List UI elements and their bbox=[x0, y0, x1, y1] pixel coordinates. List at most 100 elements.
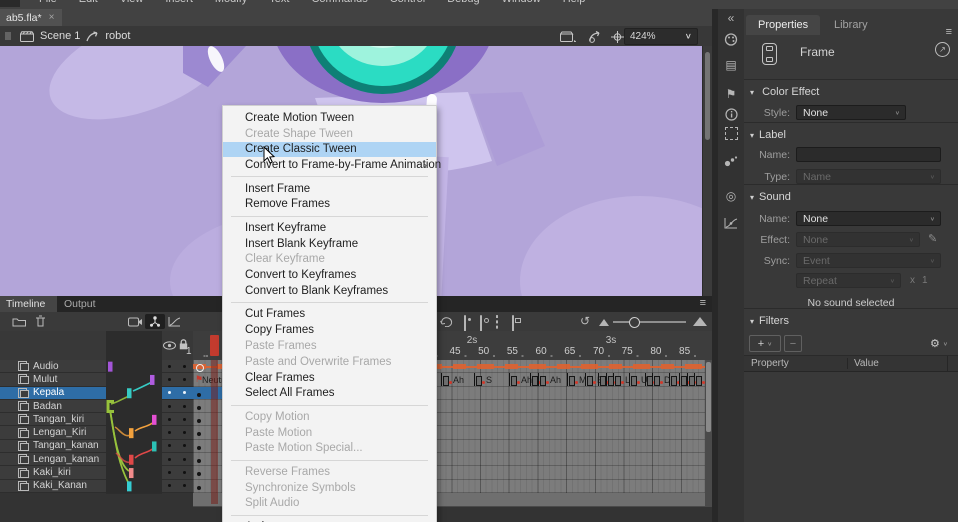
layer-visibility-toggle[interactable] bbox=[162, 471, 177, 474]
close-tab-icon[interactable]: × bbox=[49, 12, 55, 23]
eye-visibility-icon[interactable] bbox=[163, 341, 176, 350]
layer-lock-toggle[interactable] bbox=[177, 365, 192, 368]
app-logo-icon[interactable] bbox=[0, 0, 20, 7]
menu-control[interactable]: Control bbox=[379, 0, 436, 7]
filter-options-button[interactable]: ⚙∨ bbox=[924, 335, 954, 352]
rotation-tool-icon[interactable] bbox=[588, 31, 603, 43]
layer-visibility-toggle[interactable] bbox=[162, 484, 177, 487]
layer-lock-toggle[interactable] bbox=[177, 391, 192, 394]
layer-visibility-toggle[interactable] bbox=[162, 458, 177, 461]
section-filters[interactable]: ▾Filters bbox=[750, 315, 789, 327]
keyframe-marker[interactable]: Ah bbox=[441, 373, 470, 386]
layer-lock-toggle[interactable] bbox=[177, 418, 192, 421]
layer-row-lengan_kanan[interactable]: Lengan_kanan bbox=[0, 453, 193, 466]
color-panel-icon[interactable] bbox=[718, 33, 744, 46]
align-panel-icon[interactable]: ⚑ bbox=[718, 87, 744, 101]
menu-item-insert-frame[interactable]: Insert Frame bbox=[223, 181, 436, 197]
menu-item-insert-keyframe[interactable]: Insert Keyframe bbox=[223, 220, 436, 236]
layer-lock-toggle[interactable] bbox=[177, 431, 192, 434]
layer-row-kaki_kiri[interactable]: Kaki_kiri bbox=[0, 466, 193, 479]
menu-modify[interactable]: Modify bbox=[204, 0, 258, 7]
menu-item-create-motion-tween[interactable]: Create Motion Tween bbox=[223, 110, 436, 126]
menu-item-select-all-frames[interactable]: Select All Frames bbox=[223, 386, 436, 402]
menu-item-convert-to-blank-keyframes[interactable]: Convert to Blank Keyframes bbox=[223, 283, 436, 299]
stage-vertical-scrollbar[interactable] bbox=[702, 46, 712, 296]
delete-layer-icon[interactable] bbox=[35, 315, 46, 327]
new-folder-icon[interactable] bbox=[12, 316, 27, 327]
remove-filter-button[interactable]: − bbox=[784, 335, 802, 352]
camera-icon[interactable] bbox=[560, 31, 576, 42]
taller-frames-icon[interactable] bbox=[693, 317, 707, 326]
layer-lock-toggle[interactable] bbox=[177, 405, 192, 408]
layer-row-tangan_kiri[interactable]: Tangan_kiri bbox=[0, 413, 193, 426]
layer-row-mulut[interactable]: Mulut bbox=[0, 373, 193, 386]
panel-menu-icon[interactable]: ≡ bbox=[700, 297, 706, 309]
layer-visibility-toggle[interactable] bbox=[162, 444, 177, 447]
style-dropdown[interactable]: None ∨ bbox=[796, 105, 906, 120]
section-label[interactable]: ▾Label bbox=[750, 129, 786, 141]
sound-name-dropdown[interactable]: None∨ bbox=[796, 211, 941, 226]
zoom-level-dropdown[interactable]: 424% ∨ bbox=[624, 28, 698, 45]
show-parenting-view-icon[interactable] bbox=[145, 314, 165, 329]
layer-lock-toggle[interactable] bbox=[177, 484, 192, 487]
tab-properties[interactable]: Properties bbox=[746, 15, 820, 35]
layer-lock-toggle[interactable] bbox=[177, 471, 192, 474]
menu-file[interactable]: File bbox=[28, 0, 68, 7]
panel-menu-icon[interactable]: ≡ bbox=[946, 26, 952, 38]
menu-commands[interactable]: Commands bbox=[300, 0, 378, 7]
transform-panel-icon[interactable] bbox=[718, 127, 744, 143]
menu-debug[interactable]: Debug bbox=[436, 0, 490, 7]
layer-visibility-toggle[interactable] bbox=[162, 405, 177, 408]
layer-row-audio[interactable]: Audio bbox=[0, 360, 193, 373]
collapse-panels-icon[interactable]: « bbox=[718, 11, 744, 25]
creative-cloud-icon[interactable]: ◎ bbox=[718, 189, 744, 203]
menu-item-insert-blank-keyframe[interactable]: Insert Blank Keyframe bbox=[223, 236, 436, 252]
menu-edit[interactable]: Edit bbox=[68, 0, 109, 7]
breadcrumb-scene[interactable]: Scene 1 bbox=[40, 30, 80, 42]
back-icon[interactable] bbox=[4, 31, 12, 41]
tab-library[interactable]: Library bbox=[822, 15, 880, 35]
menu-view[interactable]: View bbox=[109, 0, 155, 7]
section-color-effect[interactable]: ▾ Color Effect bbox=[750, 86, 819, 98]
menu-window[interactable]: Window bbox=[491, 0, 552, 7]
menu-item-remove-frames[interactable]: Remove Frames bbox=[223, 197, 436, 213]
playhead[interactable] bbox=[210, 335, 219, 356]
scrollbar-thumb[interactable] bbox=[705, 52, 710, 140]
menu-item-clear-frames[interactable]: Clear Frames bbox=[223, 370, 436, 386]
menu-item-convert-to-frame-by-frame-animation[interactable]: Convert to Frame-by-Frame Animation› bbox=[223, 157, 436, 173]
info-panel-icon[interactable] bbox=[718, 108, 744, 121]
menu-item-create-classic-tween[interactable]: Create Classic Tween bbox=[223, 142, 436, 158]
layer-row-lengan_kiri[interactable]: Lengan_Kiri bbox=[0, 426, 193, 439]
keyframe-marker[interactable]: S bbox=[474, 373, 503, 386]
layer-visibility-toggle[interactable] bbox=[162, 391, 177, 394]
layer-lock-toggle[interactable] bbox=[177, 458, 192, 461]
menu-help[interactable]: Help bbox=[552, 0, 597, 7]
layer-lock-toggle[interactable] bbox=[177, 378, 192, 381]
keyframe-marker[interactable]: Ah bbox=[538, 373, 567, 386]
show-graph-editor-icon[interactable] bbox=[168, 316, 181, 327]
layer-visibility-toggle[interactable] bbox=[162, 431, 177, 434]
document-tab[interactable]: ab5.fla* × bbox=[0, 9, 62, 26]
timeline-scrollbar[interactable] bbox=[705, 360, 712, 506]
layer-visibility-toggle[interactable] bbox=[162, 418, 177, 421]
tab-output[interactable]: Output bbox=[52, 296, 108, 312]
layer-row-kaki_kanan[interactable]: Kaki_Kanan bbox=[0, 480, 193, 493]
layer-lock-toggle[interactable] bbox=[177, 444, 192, 447]
frame-size-slider-knob[interactable] bbox=[629, 317, 640, 328]
layer-visibility-toggle[interactable] bbox=[162, 365, 177, 368]
help-share-icon[interactable]: ↗ bbox=[935, 42, 950, 57]
center-stage-icon[interactable] bbox=[611, 31, 624, 43]
shorter-frames-icon[interactable] bbox=[599, 319, 609, 326]
history-panel-icon[interactable] bbox=[718, 217, 744, 229]
reset-timeline-zoom-icon[interactable]: ↺ bbox=[580, 314, 590, 328]
layer-row-badan[interactable]: Badan bbox=[0, 400, 193, 413]
layer-row-kepala[interactable]: Kepala bbox=[0, 387, 193, 400]
frame-size-slider[interactable] bbox=[613, 321, 686, 323]
add-camera-icon[interactable] bbox=[128, 317, 142, 327]
add-filter-button[interactable]: +∨ bbox=[749, 335, 781, 352]
scrollbar-thumb[interactable] bbox=[706, 362, 711, 432]
menu-insert[interactable]: Insert bbox=[154, 0, 204, 7]
breadcrumb-symbol[interactable]: robot bbox=[105, 30, 130, 42]
section-sound[interactable]: ▾Sound bbox=[750, 191, 791, 203]
brush-panel-icon[interactable] bbox=[718, 155, 744, 167]
